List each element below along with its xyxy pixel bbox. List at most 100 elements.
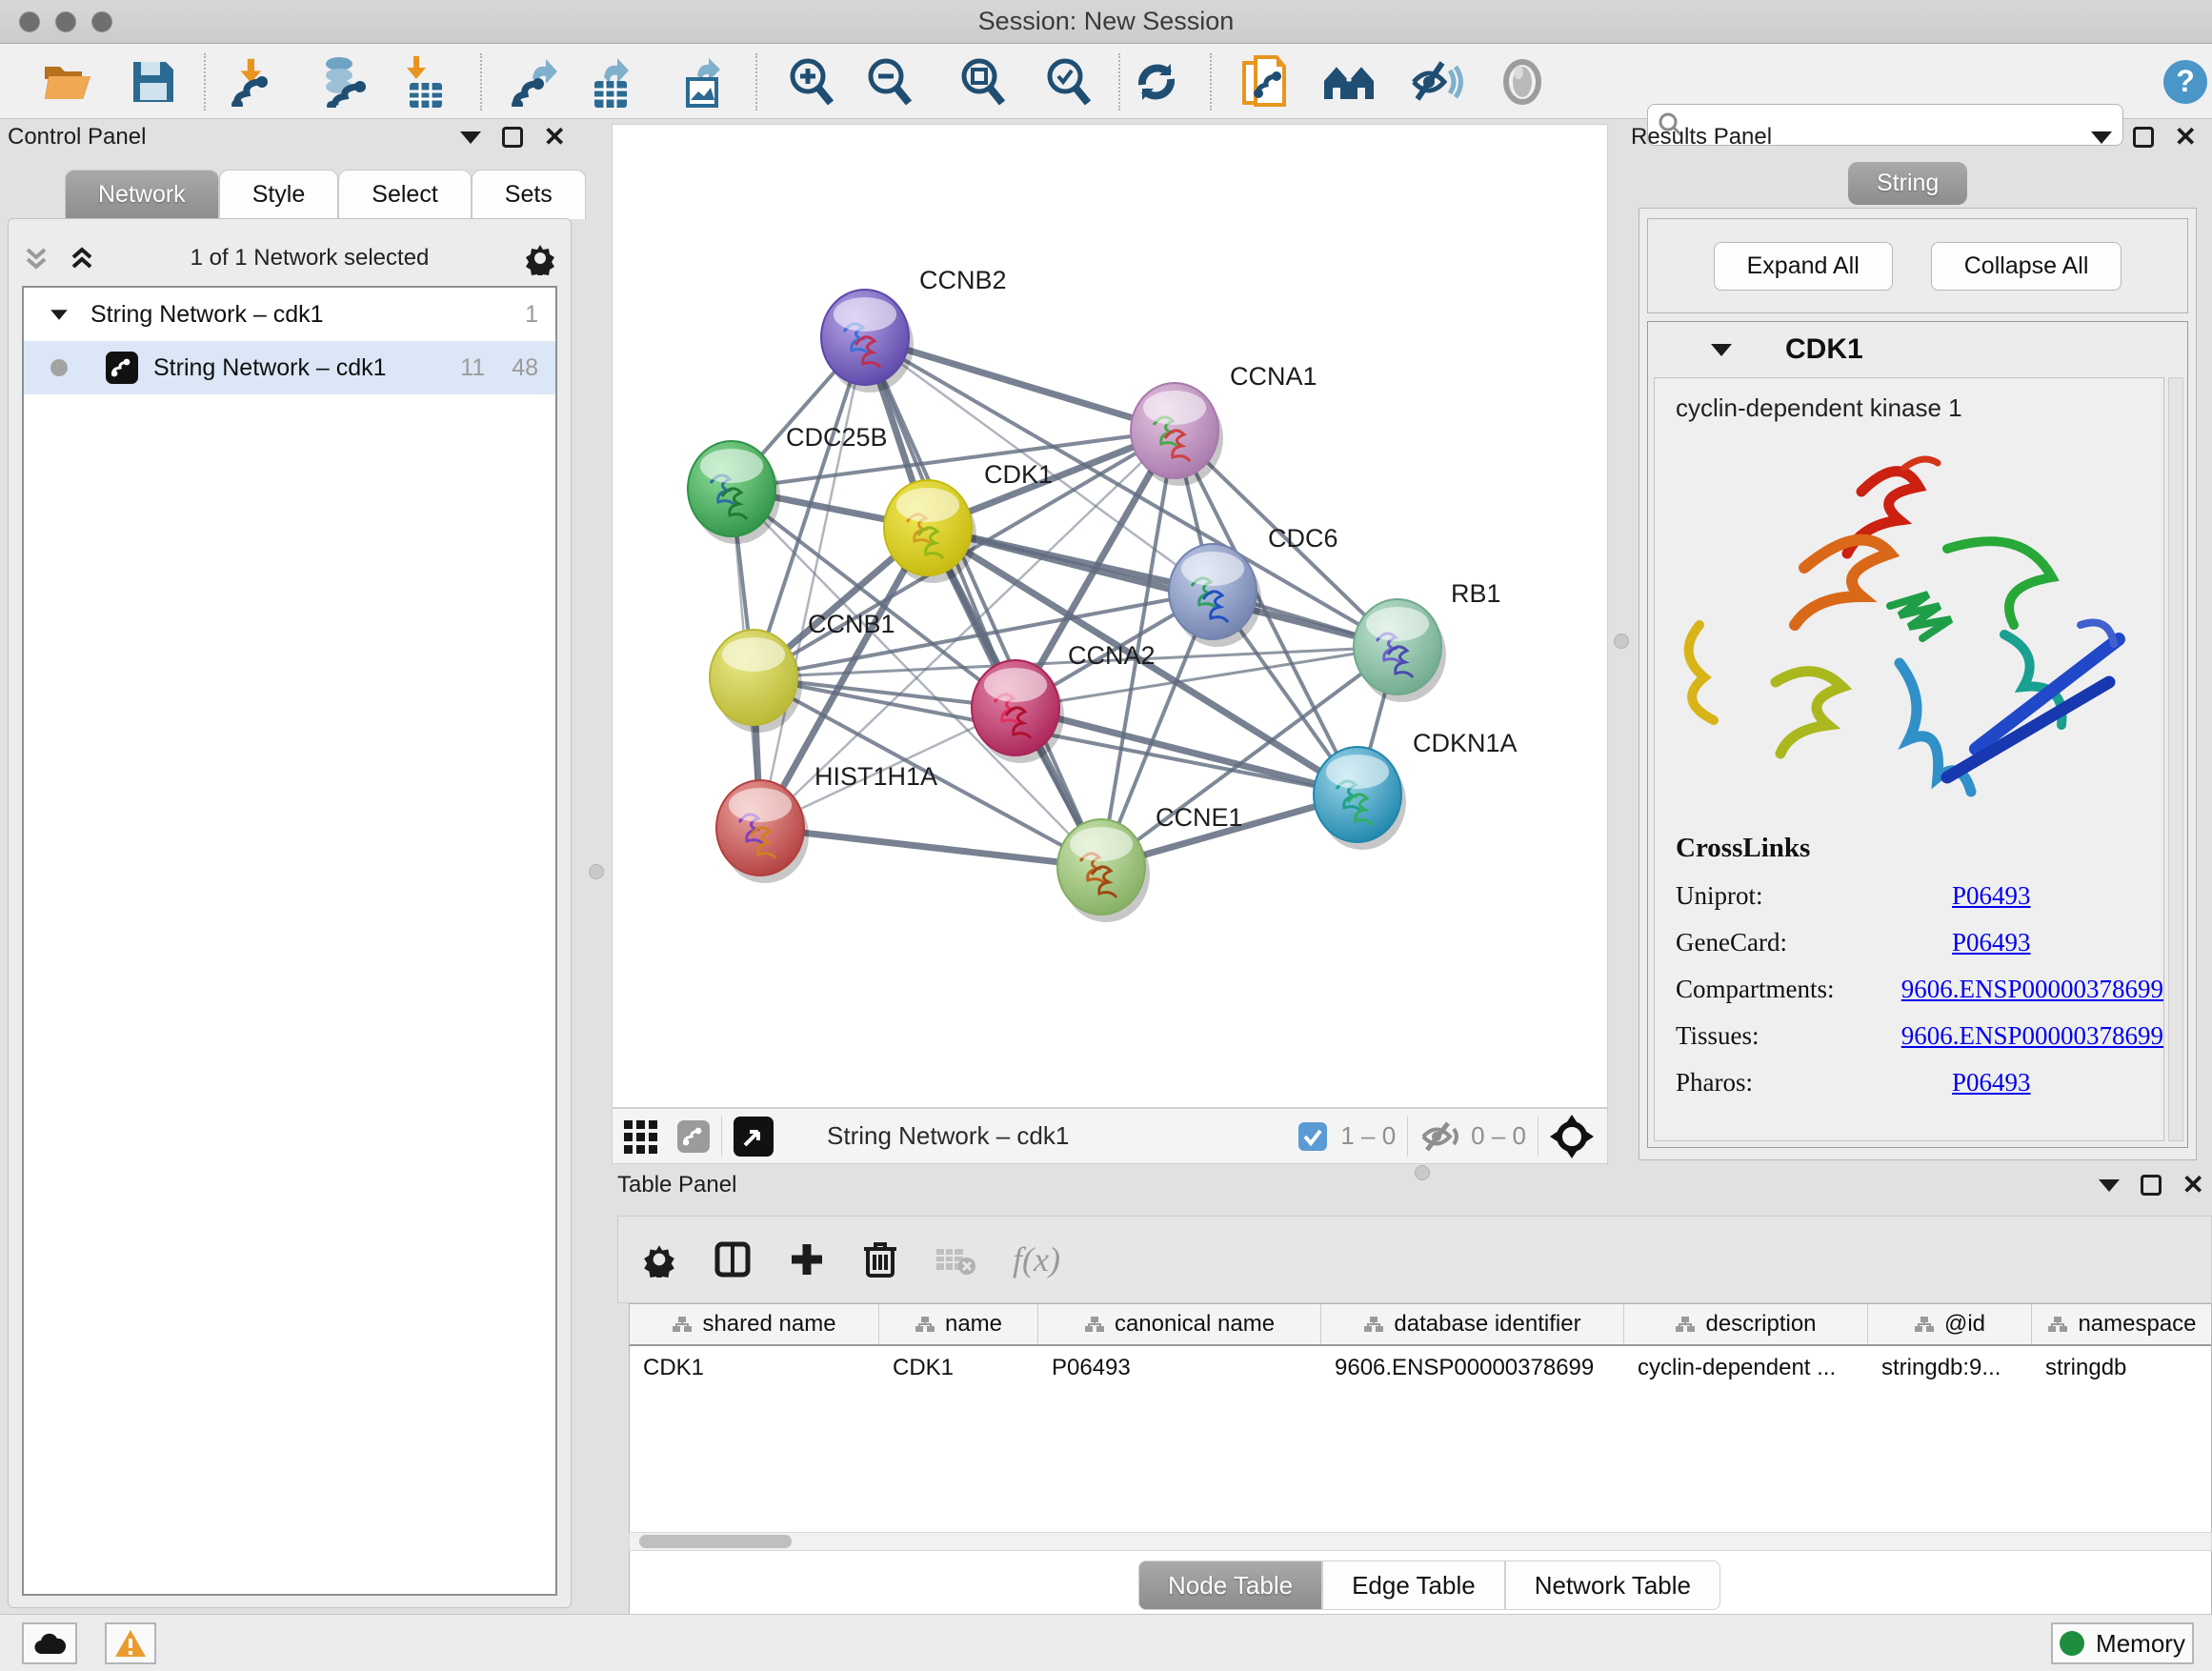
tab-network[interactable]: Network — [65, 170, 219, 219]
tab-select[interactable]: Select — [338, 170, 471, 219]
node-CCNA1[interactable]: CCNA1 — [1131, 362, 1317, 486]
float-panel-icon[interactable] — [2099, 1179, 2120, 1192]
crosslink-link[interactable]: P06493 — [1952, 881, 2031, 911]
zoom-out-button[interactable] — [863, 55, 916, 109]
string-network-graph[interactable]: CCNB2CCNA1CDC25BCDK1CDC6RB1CCNB1CCNA2CDK… — [613, 125, 1607, 1107]
window-minimize-button[interactable] — [55, 11, 76, 32]
save-session-button[interactable] — [127, 55, 180, 109]
collapse-all-button[interactable]: Collapse All — [1931, 242, 2122, 291]
window-close-button[interactable] — [19, 11, 40, 32]
grid-view-icon[interactable] — [622, 1117, 662, 1157]
center-view-crosshair-icon[interactable] — [1550, 1115, 1594, 1158]
delete-column-trash-icon[interactable] — [862, 1239, 898, 1279]
column-header-id[interactable]: @id — [1868, 1304, 2032, 1344]
tab-style[interactable]: Style — [219, 170, 339, 219]
expand-all-icon[interactable] — [68, 244, 96, 272]
expand-all-button[interactable]: Expand All — [1714, 242, 1893, 291]
network-share-view-icon[interactable] — [677, 1120, 710, 1153]
network-view-toolbar: String Network – cdk1 1 – 0 0 – 0 — [612, 1108, 1608, 1164]
float-panel-icon[interactable] — [460, 131, 481, 144]
network-row[interactable]: String Network – cdk1 11 48 — [24, 341, 555, 394]
crosslink-link[interactable]: 9606.ENSP00000378699 — [1901, 975, 2163, 1004]
table-hscrollbar-thumb[interactable] — [639, 1535, 792, 1548]
export-network-button[interactable] — [508, 55, 561, 109]
close-panel-icon[interactable]: ✕ — [2175, 127, 2197, 148]
import-network-database-button[interactable] — [316, 55, 370, 109]
crosslink-link[interactable]: 9606.ENSP00000378699 — [1901, 1021, 2163, 1051]
cell-canonicalname[interactable]: P06493 — [1038, 1346, 1321, 1390]
close-panel-icon[interactable]: ✕ — [544, 127, 566, 148]
apply-layout-button[interactable] — [1130, 55, 1183, 109]
cell-id[interactable]: stringdb:9... — [1868, 1346, 2032, 1390]
collapse-all-icon[interactable] — [22, 244, 50, 272]
import-table-button[interactable] — [397, 55, 451, 109]
maximize-panel-icon[interactable] — [502, 127, 523, 148]
open-session-button[interactable] — [41, 55, 94, 109]
hide-unhide-button[interactable] — [1410, 55, 1463, 109]
column-header-databaseidentifier[interactable]: database identifier — [1321, 1304, 1624, 1344]
birds-eye-view-button[interactable] — [734, 1117, 774, 1157]
tab-edge-table[interactable]: Edge Table — [1322, 1560, 1505, 1610]
tab-string[interactable]: String — [1848, 162, 1967, 205]
left-splitter-handle[interactable] — [589, 864, 604, 879]
close-panel-icon[interactable]: ✕ — [2182, 1175, 2204, 1196]
column-header-name[interactable]: name — [879, 1304, 1038, 1344]
table-settings-gear-icon[interactable] — [641, 1241, 677, 1278]
section-expand-icon[interactable] — [1711, 344, 1732, 356]
cell-namespace[interactable]: stringdb — [2032, 1346, 2212, 1390]
table-panel-header: Table Panel ✕ — [617, 1172, 2212, 1198]
tab-node-table[interactable]: Node Table — [1138, 1560, 1322, 1610]
show-columns-icon[interactable] — [714, 1240, 752, 1278]
maximize-panel-icon[interactable] — [2141, 1175, 2162, 1196]
table-row[interactable]: CDK1CDK1P064939606.ENSP00000378699cyclin… — [630, 1346, 2211, 1390]
float-panel-icon[interactable] — [2091, 131, 2112, 144]
memory-button[interactable]: Memory — [2051, 1622, 2194, 1664]
add-column-icon[interactable] — [788, 1240, 826, 1278]
zoom-fit-icon — [958, 57, 1008, 107]
string-home-button[interactable] — [1322, 55, 1376, 109]
edge-CCNB2-HIST1H1A[interactable] — [760, 337, 865, 828]
node-HIST1H1A[interactable]: HIST1H1A — [716, 762, 937, 883]
window-zoom-button[interactable] — [91, 11, 112, 32]
cell-description[interactable]: cyclin-dependent ... — [1624, 1346, 1868, 1390]
zoom-selected-button[interactable] — [1042, 55, 1096, 109]
gear-icon[interactable] — [523, 241, 557, 275]
node-CCNE1[interactable]: CCNE1 — [1057, 803, 1243, 922]
node-RB1[interactable]: RB1 — [1354, 579, 1501, 702]
column-header-sharedname[interactable]: shared name — [630, 1304, 879, 1344]
cell-name[interactable]: CDK1 — [879, 1346, 1038, 1390]
node-CDC25B[interactable]: CDC25B — [688, 423, 888, 544]
crosslink-link[interactable]: P06493 — [1952, 1068, 2031, 1097]
tab-sets[interactable]: Sets — [472, 170, 586, 219]
selected-checkbox-icon[interactable] — [1297, 1120, 1329, 1153]
network-collection-row[interactable]: String Network – cdk1 1 — [24, 288, 555, 341]
edge-HIST1H1A-CCNE1[interactable] — [760, 828, 1101, 867]
tab-network-table[interactable]: Network Table — [1505, 1560, 1720, 1610]
column-header-description[interactable]: description — [1624, 1304, 1868, 1344]
hidden-eye-slash-icon[interactable] — [1419, 1119, 1461, 1154]
crosslink-link[interactable]: P06493 — [1952, 928, 2031, 957]
zoom-fit-button[interactable] — [956, 55, 1010, 109]
zoom-in-button[interactable] — [785, 55, 838, 109]
right-splitter-handle[interactable] — [1614, 634, 1629, 649]
column-header-canonicalname[interactable]: canonical name — [1038, 1304, 1321, 1344]
column-header-namespace[interactable]: namespace — [2032, 1304, 2212, 1344]
results-scrollbar[interactable] — [2168, 377, 2183, 1141]
copy-network-button[interactable] — [1238, 55, 1292, 109]
shared-column-icon — [672, 1316, 693, 1333]
export-image-button[interactable] — [678, 55, 732, 109]
collection-expand-icon[interactable] — [50, 310, 68, 319]
cell-sharedname[interactable]: CDK1 — [630, 1346, 879, 1390]
network-canvas[interactable]: CCNB2CCNA1CDC25BCDK1CDC6RB1CCNB1CCNA2CDK… — [612, 124, 1608, 1108]
import-network-file-button[interactable] — [226, 55, 279, 109]
node-CDKN1A[interactable]: CDKN1A — [1314, 729, 1518, 850]
spherical-view-button[interactable] — [1496, 55, 1549, 109]
automation-cloud-button[interactable] — [22, 1622, 77, 1664]
table-hscrollbar[interactable] — [629, 1532, 2212, 1551]
export-table-button[interactable] — [587, 55, 640, 109]
maximize-panel-icon[interactable] — [2133, 127, 2154, 148]
cell-databaseidentifier[interactable]: 9606.ENSP00000378699 — [1321, 1346, 1624, 1390]
warnings-button[interactable] — [105, 1622, 156, 1664]
gene-section-header[interactable]: CDK1 — [1648, 322, 2187, 377]
help-button[interactable]: ? — [2159, 55, 2212, 109]
